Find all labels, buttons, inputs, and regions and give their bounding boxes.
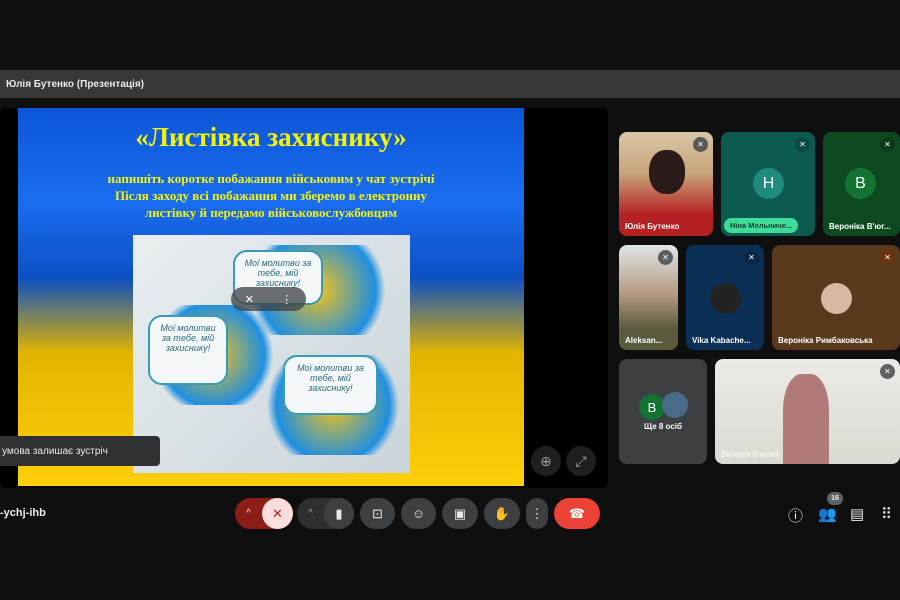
participant-tile[interactable]: ✕ Aleksan...: [619, 245, 678, 350]
activities-icon[interactable]: ⠿: [881, 505, 892, 523]
participant-tile[interactable]: Н ✕ Ніна Мельниче...: [721, 132, 815, 236]
participant-video: [649, 150, 685, 194]
camera-icon[interactable]: ▮: [324, 498, 354, 529]
present-screen-icon: ⊡: [372, 505, 383, 521]
slide-heading: «Листівка захиснику»: [135, 122, 407, 152]
avatar: Н: [753, 168, 784, 199]
slide-line-1: напишіть коротке побажання військовим у …: [107, 171, 435, 186]
more-participants-label: Ще 8 осіб: [644, 422, 682, 431]
zoom-in-icon: ⊕: [540, 452, 552, 469]
people-icon[interactable]: 👥: [818, 505, 837, 523]
chevron-up-icon[interactable]: ^: [235, 508, 262, 519]
captions-button[interactable]: ▣: [442, 498, 478, 529]
raise-hand-button[interactable]: ✋: [484, 498, 520, 529]
meeting-code: -ychj-ihb: [0, 507, 46, 519]
mic-off-icon: ✕: [693, 137, 708, 152]
participant-tile[interactable]: ✕ Vika Kabache...: [686, 245, 764, 350]
slide-line-2: Після заходу всі побажання ми зберемо в …: [115, 188, 427, 203]
present-button[interactable]: ⊡: [360, 498, 395, 529]
avatar: [662, 392, 688, 418]
participant-name: Вероніка В'юг...: [829, 222, 891, 231]
participant-tile[interactable]: ✕ Вероніка Римбаковська: [772, 245, 900, 350]
end-call-icon: ☎: [568, 505, 586, 521]
avatar: [821, 283, 852, 314]
mic-off-icon: ✕: [880, 137, 895, 152]
meeting-info-icon[interactable]: ⓘ: [788, 505, 803, 526]
participant-name: Юлія Бутенко: [625, 222, 680, 231]
mic-off-icon: ✕: [880, 250, 895, 265]
expand-icon: ⤢: [575, 452, 587, 469]
participant-name: Aleksan...: [625, 336, 663, 345]
chat-icon[interactable]: ▤: [850, 505, 864, 523]
pin-icon[interactable]: ✕: [245, 293, 254, 306]
captions-icon: ▣: [453, 505, 467, 521]
participant-tile[interactable]: ✕ Юлія Бутенко: [619, 132, 713, 236]
mic-off-icon: ✕: [658, 250, 673, 265]
participant-video: [783, 374, 829, 464]
notification-toast: умова залишає зустріч: [0, 436, 160, 466]
mic-off-icon[interactable]: ✕: [262, 498, 293, 529]
fullscreen-button[interactable]: ⤢: [566, 446, 596, 476]
participant-name: Вероніка Римбаковська: [778, 336, 873, 345]
hand-icon: ✋: [493, 505, 511, 521]
participant-tile[interactable]: В ✕ Вероніка В'юг...: [823, 132, 900, 236]
participant-tile[interactable]: ✕ Вікторія В'югіна: [715, 359, 900, 464]
participant-name: Вікторія В'югіна: [721, 450, 779, 459]
people-count-badge: 16: [827, 492, 843, 505]
participant-name-speaking: Ніна Мельниче...: [724, 218, 798, 233]
more-participants-tile[interactable]: В Ще 8 осіб: [619, 359, 707, 464]
presentation-title-bar: Юлія Бутенко (Презентація): [0, 70, 900, 98]
card: Мої молитви за тебе, мій захиснику!: [148, 315, 228, 385]
mic-off-icon: ✕: [795, 137, 810, 152]
emoji-icon: ☺: [411, 506, 426, 521]
avatar: В: [845, 168, 876, 199]
leave-call-button[interactable]: ☎: [554, 498, 600, 529]
more-icon[interactable]: ⋮: [281, 293, 292, 306]
more-options-button[interactable]: ⋮: [526, 498, 548, 529]
slide-line-3: листівку й передамо військовослужбовцям: [144, 205, 398, 220]
camera-control-group[interactable]: ^ ▮: [297, 498, 354, 529]
mic-off-icon: ✕: [744, 250, 759, 265]
tile-overlay-controls[interactable]: ✕ ⋮: [231, 287, 306, 311]
mic-control-group[interactable]: ^ ✕: [235, 498, 293, 529]
toast-text: умова залишає зустріч: [2, 446, 108, 457]
presenter-title: Юлія Бутенко (Презентація): [6, 79, 144, 90]
mic-off-icon: ✕: [880, 364, 895, 379]
chevron-up-icon[interactable]: ^: [297, 508, 324, 519]
avatar: [710, 283, 741, 314]
participant-name: Vika Kabache...: [692, 336, 751, 345]
zoom-in-button[interactable]: ⊕: [531, 446, 561, 476]
reactions-button[interactable]: ☺: [401, 498, 436, 529]
more-vert-icon: ⋮: [530, 505, 544, 521]
slide-photo-cards: Мої молитви за тебе, мій захиснику! Мої …: [133, 235, 413, 473]
card: Мої молитви за тебе, мій захиснику!: [283, 355, 378, 415]
avatar: В: [639, 394, 665, 420]
